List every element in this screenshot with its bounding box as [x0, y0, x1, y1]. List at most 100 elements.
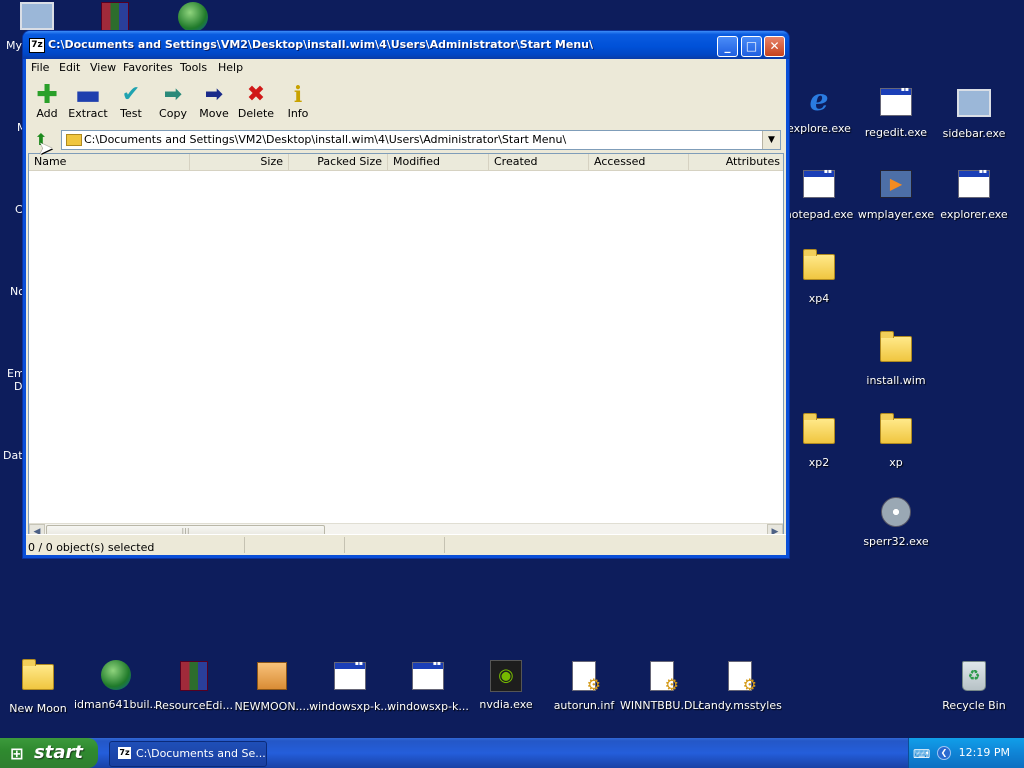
minimize-icon: _: [724, 39, 731, 53]
minimize-button[interactable]: _: [717, 36, 738, 57]
column-headers: Name Size Packed Size Modified Created A…: [29, 154, 783, 171]
info-icon: i: [293, 82, 303, 108]
show-hidden-icons-button[interactable]: ❮: [937, 746, 951, 760]
menu-edit[interactable]: Edit: [59, 61, 80, 74]
desktop-icon-explore[interactable]: e explore.exe: [777, 83, 861, 136]
move-button[interactable]: ➡ Move: [193, 83, 235, 121]
desktop-icon-xp4[interactable]: xp4: [777, 248, 861, 305]
desktop-icon-recycle-bin[interactable]: ♻ Recycle Bin: [932, 658, 1016, 712]
info-label: Info: [287, 107, 309, 120]
nvidia-icon: ◉: [490, 660, 522, 692]
status-pane-date: [445, 537, 545, 553]
desktop-label-partial[interactable]: My: [6, 39, 22, 52]
app-7zip-icon: 7z: [118, 747, 131, 759]
window-title: C:\Documents and Settings\VM2\Desktop\in…: [48, 38, 594, 51]
test-button[interactable]: ✔ Test: [110, 83, 152, 121]
desktop-icon-explorer[interactable]: explorer.exe: [932, 166, 1016, 221]
folder-icon: [22, 659, 54, 690]
desktop-icon-candy[interactable]: candy.msstyles: [698, 658, 782, 712]
internet-explorer-icon: e: [809, 83, 829, 118]
column-header-attributes[interactable]: Attributes: [689, 154, 785, 170]
mouse-cursor-icon: ➤: [38, 138, 54, 159]
recycle-bin-icon: ♻: [962, 661, 986, 691]
menu-tools[interactable]: Tools: [180, 61, 207, 74]
address-dropdown-button[interactable]: ▼: [762, 131, 780, 149]
title-bar[interactable]: 7z C:\Documents and Settings\VM2\Desktop…: [23, 31, 789, 59]
info-button[interactable]: i Info: [277, 83, 319, 120]
system-tray: ⌨ ❮ 12:19 PM: [908, 738, 1024, 768]
delete-button[interactable]: ✖ Delete: [235, 83, 277, 121]
desktop-icon-notepad[interactable]: notepad.exe: [777, 166, 861, 221]
globe-icon: [178, 2, 208, 32]
desktop-icon-regedit[interactable]: regedit.exe: [854, 84, 938, 139]
desktop-icon-my-computer[interactable]: [20, 2, 54, 30]
app-7zip-icon: 7z: [29, 38, 45, 53]
extract-button[interactable]: ▬ Extract: [67, 78, 109, 121]
desktop-label-partial[interactable]: D: [14, 380, 22, 393]
desktop-icon-autorun[interactable]: autorun.inf: [542, 658, 626, 712]
file-list[interactable]: Name Size Packed Size Modified Created A…: [28, 153, 784, 541]
column-header-modified[interactable]: Modified: [388, 154, 489, 170]
address-combobox[interactable]: C:\Documents and Settings\VM2\Desktop\in…: [61, 130, 781, 150]
column-header-accessed[interactable]: Accessed: [589, 154, 689, 170]
maximize-button[interactable]: □: [741, 36, 762, 57]
menu-file[interactable]: File: [31, 61, 49, 74]
menu-view[interactable]: View: [90, 61, 116, 74]
column-header-name[interactable]: Name: [29, 154, 190, 170]
windows-logo-icon: ⊞: [10, 744, 24, 763]
desktop-label-partial[interactable]: Dat: [3, 449, 23, 462]
clock[interactable]: 12:19 PM: [959, 746, 1010, 759]
delete-label: Delete: [237, 107, 275, 120]
desktop-icon-nvdia[interactable]: ◉ nvdia.exe: [464, 658, 548, 711]
menu-favorites[interactable]: Favorites: [123, 61, 173, 74]
desktop-icon-winntbbu[interactable]: WINNTBBU.DLL: [620, 658, 704, 712]
test-label: Test: [120, 107, 142, 120]
minus-icon: ▬: [74, 78, 102, 111]
desktop-icon-idman[interactable]: idman641buil...: [74, 658, 158, 711]
copy-button[interactable]: ➡ Copy: [152, 83, 194, 121]
start-button[interactable]: ⊞ start: [0, 738, 98, 768]
status-pane-selection: 0 / 0 object(s) selected: [26, 537, 245, 554]
desktop-icon-xp[interactable]: xp: [854, 412, 938, 469]
desktop-icon-new-moon[interactable]: New Moon: [0, 658, 80, 715]
desktop-icon-sidebar[interactable]: sidebar.exe: [932, 84, 1016, 140]
msstyles-file-icon: [728, 661, 757, 694]
taskbar-item-label: C:\Documents and Se...: [136, 747, 266, 760]
globe-icon: [101, 660, 131, 690]
desktop-icon-windowsxp-k1[interactable]: windowsxp-k...: [308, 658, 392, 713]
desktop-icon-winrar-top[interactable]: [101, 2, 135, 32]
computer-icon: [20, 2, 54, 30]
taskbar-item-7zip[interactable]: 7z C:\Documents and Se...: [109, 741, 267, 767]
window-app-icon: [412, 660, 444, 690]
add-button[interactable]: ✚ Add: [26, 82, 68, 120]
menu-help[interactable]: Help: [218, 61, 243, 74]
window-client: File Edit View Favorites Tools Help ✚ Ad…: [26, 59, 786, 555]
desktop-icon-sperr32[interactable]: sperr32.exe: [854, 494, 938, 548]
computer-icon: [957, 89, 991, 117]
status-text: 0 / 0 object(s) selected: [28, 541, 155, 554]
folder-icon: [803, 249, 835, 280]
folder-icon: [880, 413, 912, 444]
desktop-icon-globe-top[interactable]: [178, 2, 212, 32]
status-bar: 0 / 0 object(s) selected: [26, 534, 786, 555]
desktop-icon-wmplayer[interactable]: ▶ wmplayer.exe: [854, 166, 938, 221]
address-row: ⬆ C:\Documents and Settings\VM2\Desktop\…: [26, 129, 786, 151]
column-header-created[interactable]: Created: [489, 154, 589, 170]
toolbar: ✚ Add ▬ Extract ✔ Test ➡ Copy ➡ Move ✖ D…: [26, 79, 786, 129]
close-button[interactable]: ✕: [764, 36, 785, 57]
column-header-packed-size[interactable]: Packed Size: [289, 154, 388, 170]
extract-label: Extract: [68, 107, 108, 120]
keyboard-icon[interactable]: ⌨: [913, 747, 930, 761]
status-pane-size: [245, 537, 345, 553]
copy-label: Copy: [159, 107, 187, 120]
desktop-icon-newmoon-box[interactable]: NEWMOON....: [230, 658, 314, 713]
close-icon: ✕: [769, 39, 780, 53]
taskbar: ⊞ start 7z C:\Documents and Se... ⌨ ❮ 12…: [0, 738, 1024, 768]
desktop-label-partial[interactable]: C: [15, 203, 23, 216]
media-player-icon: ▶: [880, 170, 912, 198]
desktop-icon-xp2[interactable]: xp2: [777, 412, 861, 469]
column-header-size[interactable]: Size: [190, 154, 289, 170]
desktop-icon-resourceedi[interactable]: ResourceEdi...: [152, 658, 236, 712]
desktop-icon-install-wim[interactable]: install.wim: [854, 330, 938, 387]
desktop-icon-windowsxp-k2[interactable]: windowsxp-k...: [386, 658, 470, 713]
